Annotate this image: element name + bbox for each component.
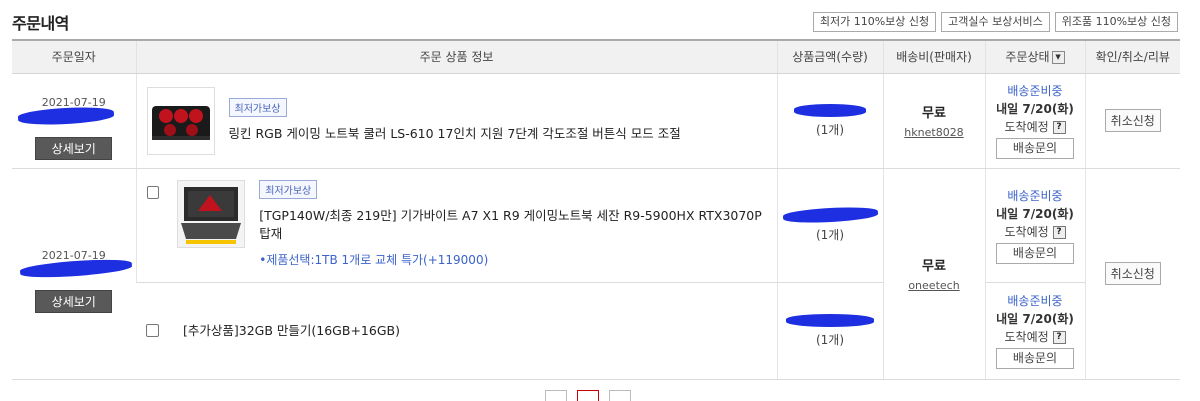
- page-title: 주문내역: [12, 14, 69, 33]
- order-status: 배송준비중: [1007, 294, 1063, 308]
- shipping-inquiry-button[interactable]: 배송문의: [996, 138, 1074, 159]
- shipping-fee: 무료: [922, 106, 946, 121]
- counterfeit-compensation-button[interactable]: 위조품 110%보상 신청: [1054, 12, 1178, 32]
- product-info-cell: 최저가보상 [TGP140W/최종 219만] 기가바이트 A7 X1 R9 게…: [135, 168, 777, 283]
- col-actions: 확인/취소/리뷰: [1084, 39, 1180, 74]
- laptop-cooler-image: [151, 105, 210, 140]
- quantity: (1개): [815, 332, 845, 347]
- order-date: 2021-07-19: [41, 95, 106, 109]
- help-icon[interactable]: ?: [1052, 121, 1066, 134]
- table-header-row: 주문일자 주문 상품 정보 상품금액(수량) 배송비(판매자) 주문상태 ▼ 확인…: [12, 39, 1180, 74]
- status-cell: 배송준비중 내일 7/20(화) 도착예정 ? 배송문의: [984, 73, 1085, 169]
- col-price-qty: 상품금액(수량): [776, 39, 883, 74]
- lowest-price-badge: 최저가보상: [228, 98, 287, 117]
- delivery-eta: 내일 7/20(화): [996, 102, 1074, 116]
- status-filter-dropdown-icon[interactable]: ▼: [1051, 51, 1065, 65]
- top-button-group: 최저가 110%보상 신청 고객실수 보상서비스 위조품 110%보상 신청: [812, 12, 1178, 32]
- arrival-label: 도착예정: [1004, 224, 1049, 239]
- product-name[interactable]: 링킨 RGB 게이밍 노트북 쿨러 LS-610 17인치 지원 7단계 각도조…: [229, 125, 681, 143]
- order-date-cell: 2021-07-19 상세보기: [12, 73, 136, 169]
- shipping-fee: 무료: [922, 259, 946, 274]
- cancel-request-button[interactable]: 취소신청: [1104, 262, 1161, 285]
- redaction-mark: [794, 103, 866, 117]
- action-cell: 취소신청: [1084, 73, 1180, 169]
- col-order-date: 주문일자: [12, 39, 136, 74]
- delivery-eta: 내일 7/20(화): [996, 206, 1074, 221]
- seller-link[interactable]: hknet8028: [884, 126, 985, 139]
- table-row: [추가상품]32GB 만들기(16GB+16GB) (1개) 배송준비중 내일 …: [12, 282, 1180, 380]
- pagination: [545, 390, 631, 401]
- arrival-label: 도착예정: [1004, 120, 1049, 134]
- order-table: 주문일자 주문 상품 정보 상품금액(수량) 배송비(판매자) 주문상태 ▼ 확인…: [12, 39, 1180, 380]
- arrival-label: 도착예정: [1004, 330, 1049, 344]
- action-cell: 취소신청: [1084, 168, 1180, 380]
- col-order-status: 주문상태 ▼: [984, 39, 1085, 74]
- item-checkbox[interactable]: [146, 324, 159, 337]
- arrival-expected: 도착예정 ?: [986, 118, 1085, 135]
- status-cell: 배송준비중 내일 7/20(화) 도착예정 ? 배송문의: [984, 282, 1085, 380]
- product-info-cell: 최저가보상 링킨 RGB 게이밍 노트북 쿨러 LS-610 17인치 지원 7…: [135, 73, 777, 169]
- shipping-inquiry-button[interactable]: 배송문의: [996, 242, 1074, 264]
- price-cell: (1개): [776, 168, 883, 283]
- quantity: (1개): [815, 227, 845, 242]
- shipping-cell: 무료 oneetech: [882, 168, 985, 380]
- help-icon[interactable]: ?: [1052, 225, 1066, 239]
- lowest-price-badge: 최저가보상: [259, 180, 318, 199]
- order-date: 2021-07-19: [41, 248, 106, 262]
- order-status: 배송준비중: [1007, 84, 1063, 98]
- prev-page-button[interactable]: [545, 390, 567, 401]
- product-option: •제품선택:1TB 1개로 교체 특가(+119000): [259, 253, 489, 267]
- cancel-request-button[interactable]: 취소신청: [1104, 109, 1161, 132]
- col-order-status-label: 주문상태: [1005, 50, 1050, 65]
- col-shipping-seller: 배송비(판매자): [882, 39, 985, 74]
- product-thumbnail[interactable]: [177, 180, 246, 248]
- table-row: 2021-07-19 상세보기: [12, 168, 1180, 380]
- status-cell: 배송준비중 내일 7/20(화) 도착예정 ? 배송문의: [984, 168, 1085, 283]
- product-name[interactable]: [추가상품]32GB 만들기(16GB+16GB): [183, 322, 400, 340]
- current-page-button[interactable]: [577, 390, 599, 401]
- delivery-eta: 내일 7/20(화): [996, 312, 1074, 326]
- next-page-button[interactable]: [609, 390, 631, 401]
- price-cell: (1개): [776, 282, 883, 380]
- seller-link[interactable]: oneetech: [884, 279, 985, 292]
- redaction-mark: [786, 313, 874, 327]
- product-name[interactable]: [TGP140W/최종 219만] 기가바이트 A7 X1 R9 게이밍노트북 …: [259, 207, 766, 243]
- lowest-price-compensation-button[interactable]: 최저가 110%보상 신청: [812, 12, 937, 32]
- shipping-inquiry-button[interactable]: 배송문의: [996, 348, 1074, 369]
- customer-mistake-compensation-button[interactable]: 고객실수 보상서비스: [941, 12, 1050, 32]
- order-date-cell: 2021-07-19 상세보기: [12, 168, 136, 380]
- gaming-laptop-image: [178, 181, 245, 247]
- quantity: (1개): [815, 122, 845, 137]
- price-cell: (1개): [776, 73, 883, 169]
- col-product-info: 주문 상품 정보: [135, 39, 777, 74]
- arrival-expected: 도착예정 ?: [986, 223, 1085, 240]
- product-thumbnail[interactable]: [146, 86, 215, 155]
- table-row: 2021-07-19 상세보기: [12, 73, 1180, 169]
- redaction-mark: [782, 205, 878, 224]
- item-checkbox[interactable]: [146, 186, 160, 199]
- help-icon[interactable]: ?: [1052, 331, 1066, 344]
- arrival-expected: 도착예정 ?: [986, 328, 1085, 345]
- order-status: 배송준비중: [1007, 188, 1063, 203]
- product-info-cell: [추가상품]32GB 만들기(16GB+16GB): [136, 282, 777, 380]
- shipping-cell: 무료 hknet8028: [882, 73, 985, 169]
